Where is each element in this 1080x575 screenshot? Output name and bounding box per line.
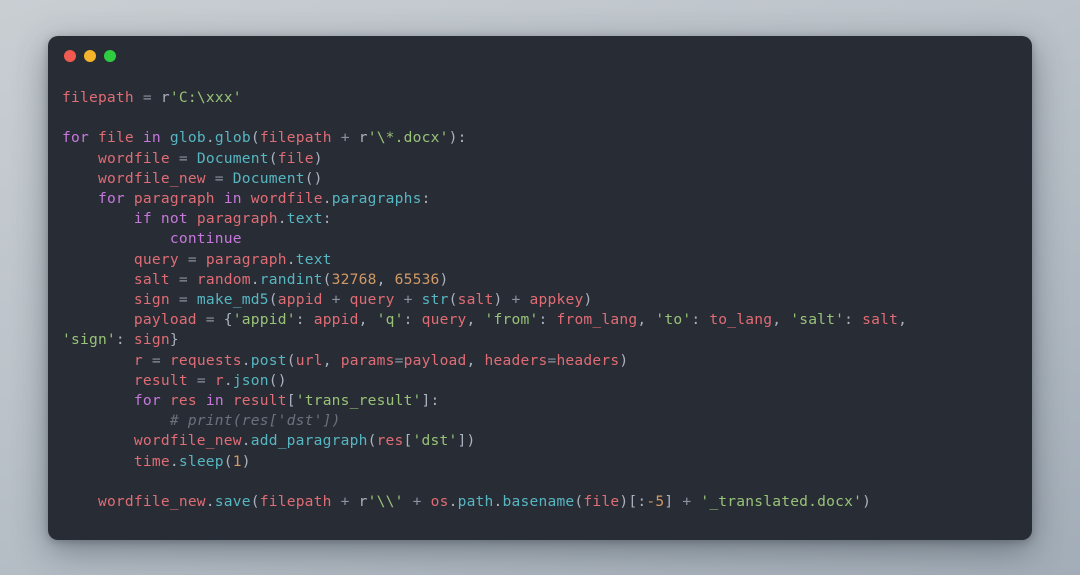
code-content-area[interactable]: filepath = r'C:\xxx' for file in glob.gl… bbox=[48, 76, 1032, 530]
minimize-button[interactable] bbox=[84, 50, 96, 62]
code-line: result = r.json() bbox=[133, 371, 287, 389]
close-button[interactable] bbox=[64, 50, 76, 62]
code-line: filepath = r'C:\xxx' bbox=[62, 89, 242, 106]
code-line: for paragraph in wordfile.paragraphs: bbox=[97, 190, 431, 207]
code-line: time.sleep(1) bbox=[133, 452, 251, 470]
window-titlebar bbox=[48, 36, 1032, 76]
code-line: for file in glob.glob(filepath + r'\*.do… bbox=[62, 129, 467, 147]
code-line: wordfile = Document(file) bbox=[97, 149, 323, 167]
code-line-comment: # print(res['dst']) bbox=[169, 412, 341, 430]
python-source-code[interactable]: filepath = r'C:\xxx' for file in glob.gl… bbox=[62, 88, 1014, 512]
code-line: sign = make_md5(appid + query + str(salt… bbox=[133, 291, 593, 309]
code-line: continue bbox=[169, 230, 242, 248]
code-line: if not paragraph.text: bbox=[133, 210, 332, 228]
code-line: wordfile_new.save(filepath + r'\\' + os.… bbox=[97, 493, 872, 511]
code-editor-window: filepath = r'C:\xxx' for file in glob.gl… bbox=[48, 36, 1032, 540]
code-line: wordfile_new.add_paragraph(res['dst']) bbox=[133, 432, 476, 450]
code-line: salt = random.randint(32768, 65536) bbox=[133, 270, 449, 288]
maximize-button[interactable] bbox=[104, 50, 116, 62]
code-line: payload = {'appid': appid, 'q': query, '… bbox=[62, 311, 908, 349]
code-line: wordfile_new = Document() bbox=[97, 169, 323, 187]
code-line: query = paragraph.text bbox=[133, 250, 332, 268]
code-line: for res in result['trans_result']: bbox=[133, 392, 440, 410]
code-line: r = requests.post(url, params=payload, h… bbox=[133, 351, 629, 369]
